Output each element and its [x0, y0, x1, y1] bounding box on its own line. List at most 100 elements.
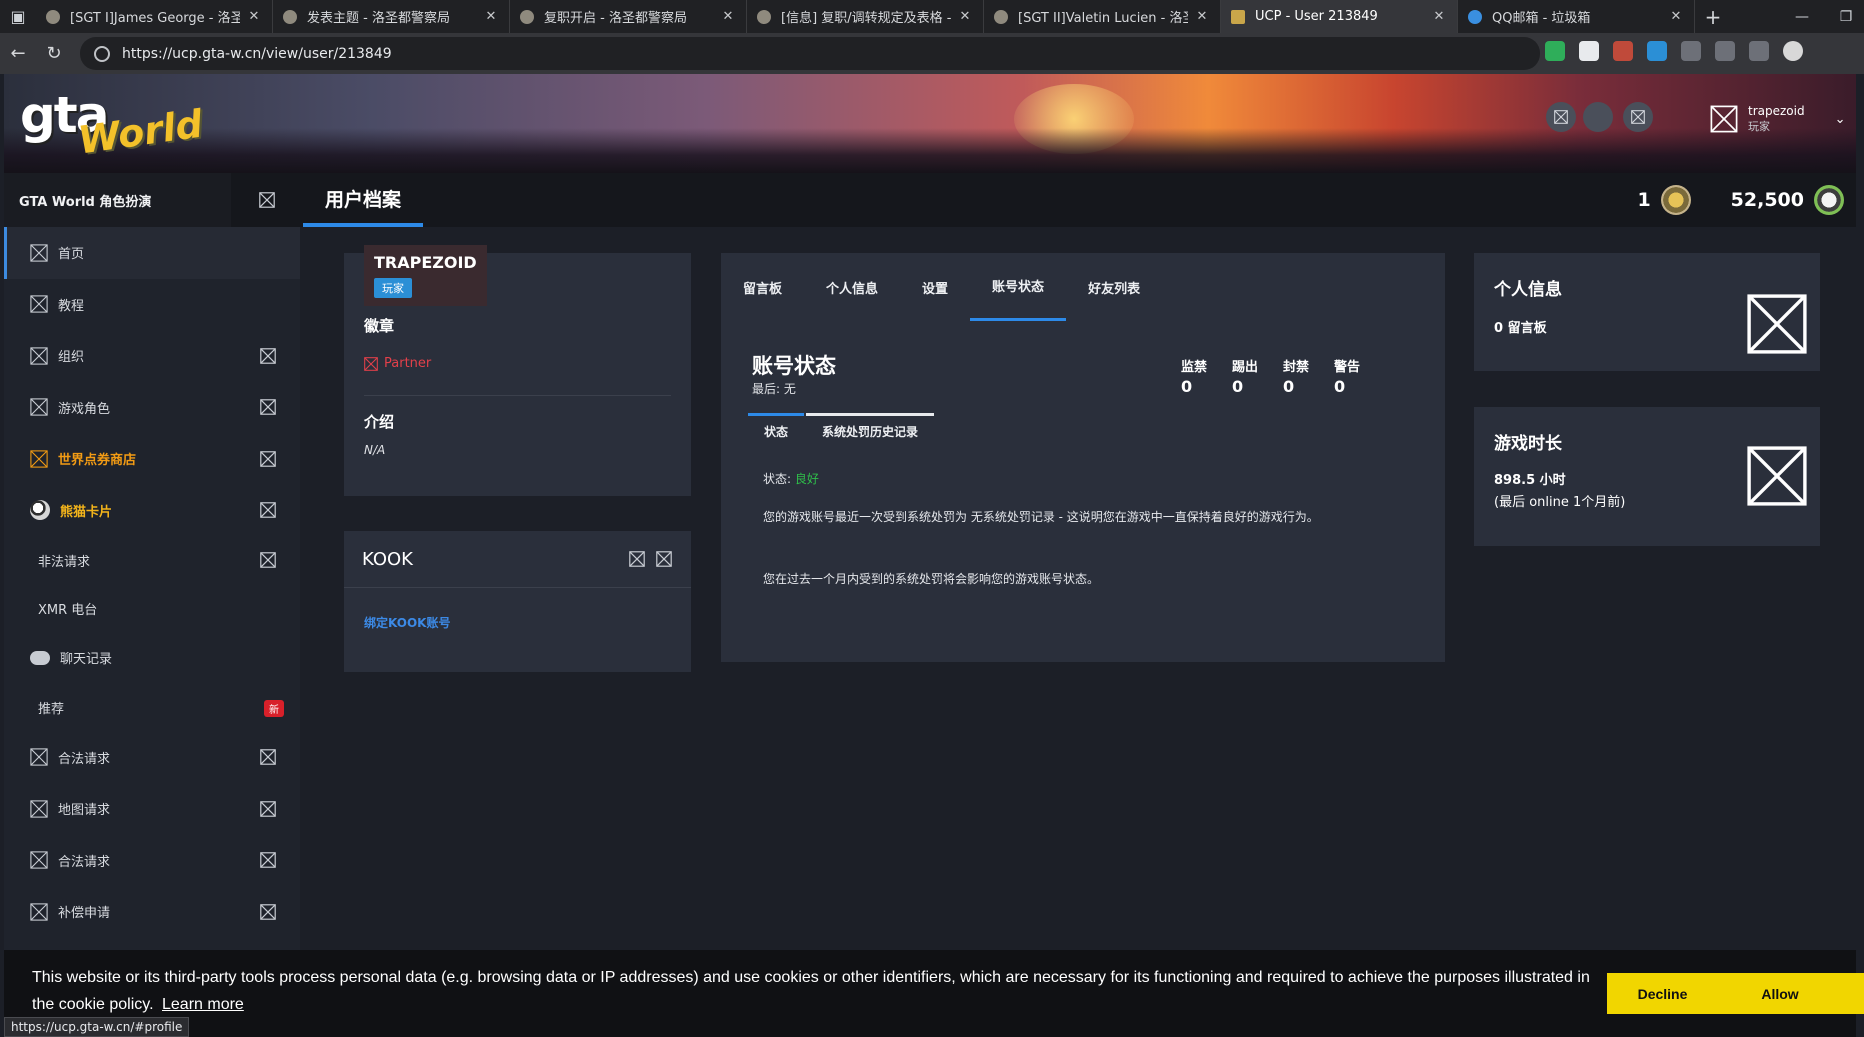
tab-personal-info[interactable]: 个人信息 — [804, 253, 900, 321]
restore-icon[interactable]: ❐ — [1824, 0, 1864, 33]
browser-tab[interactable]: QQ邮箱 - 垃圾箱 ✕ — [1458, 0, 1695, 33]
gta-world-logo[interactable]: gta World — [20, 86, 205, 162]
browser-tab-active[interactable]: UCP - User 213849 ✕ — [1221, 0, 1458, 33]
tab-close-icon[interactable]: ✕ — [1194, 9, 1210, 24]
kook-collapse-icon[interactable] — [629, 551, 645, 567]
tab-title: [SGT I]James George - 洛圣都警 — [70, 11, 240, 26]
tab-friends[interactable]: 好友列表 — [1066, 253, 1162, 321]
tab-account-status[interactable]: 账号状态 — [970, 253, 1067, 321]
brand-title[interactable]: GTA World 角色扮演 — [4, 173, 231, 227]
tab-settings[interactable]: 设置 — [900, 253, 970, 321]
sidebar-item-tutorial[interactable]: 教程 — [4, 279, 300, 331]
allow-button[interactable]: Allow — [1693, 973, 1864, 1014]
minimize-icon[interactable]: — — [1780, 0, 1824, 33]
profile-avatar-icon[interactable] — [1783, 41, 1803, 61]
stat-label: 监禁 — [1181, 360, 1208, 375]
sidebar-item-panda-card[interactable]: 熊猫卡片 — [4, 485, 300, 537]
top-nav-bar: GTA World 角色扮演 用户档案 1 52,500 — [4, 173, 1856, 227]
subtab-punishment-history[interactable]: 系统处罚历史记录 — [806, 413, 935, 446]
points-value: 52,500 — [1730, 189, 1804, 211]
reload-icon[interactable]: ↻ — [36, 33, 72, 74]
new-tab-icon[interactable]: + — [1695, 0, 1731, 33]
sidebar-item-organization[interactable]: 组织 — [4, 330, 300, 382]
extension-icon[interactable] — [1613, 41, 1633, 61]
extension-icon[interactable] — [1647, 41, 1667, 61]
account-status-card: 留言板 个人信息 设置 账号状态 好友列表 账号状态 最后: 无 监禁 0 踢出… — [721, 253, 1445, 662]
shield-extension-icon[interactable] — [1545, 41, 1565, 61]
browser-tab[interactable]: 复职开启 - 洛圣都警察局 ✕ — [510, 0, 747, 33]
status-label: 状态: — [763, 472, 795, 486]
sidebar-toggle-icon[interactable] — [231, 173, 303, 227]
browser-tab[interactable]: [SGT II]Valetin Lucien - 洛圣都警 ✕ — [984, 0, 1221, 33]
sidebar-item-world-shop[interactable]: 世界点券商店 — [4, 433, 300, 485]
chevron-down-icon[interactable]: ⌄ — [1835, 112, 1846, 127]
browser-tab-bar: ▣ [SGT I]James George - 洛圣都警 ✕ 发表主题 - 洛圣都… — [0, 0, 1864, 33]
profile-card: TRAPEZOID 玩家 徽章 Partner 介绍 N/A — [344, 245, 691, 496]
header-avatar-circle[interactable] — [1583, 102, 1613, 132]
stat-label: 警告 — [1334, 360, 1361, 375]
tab-favicon — [283, 9, 297, 24]
status-line: 状态: 良好 — [763, 470, 819, 487]
expand-icon[interactable] — [260, 903, 276, 920]
extension-icon[interactable] — [1579, 41, 1599, 61]
stat-label: 封禁 — [1283, 360, 1310, 375]
status-paragraph: 您的游戏账号最近一次受到系统处罚为 无系统处罚记录 - 这说明您在游戏中一直保持… — [763, 510, 1319, 524]
expand-icon[interactable] — [260, 552, 276, 568]
back-icon[interactable]: ← — [0, 33, 36, 74]
expand-icon[interactable] — [260, 852, 276, 869]
browser-tab[interactable]: [SGT I]James George - 洛圣都警 ✕ — [36, 0, 273, 33]
expand-icon[interactable] — [260, 749, 276, 766]
expand-icon[interactable] — [260, 502, 276, 519]
level-medal-icon — [1660, 185, 1691, 215]
info-card-icon — [1746, 293, 1808, 355]
tab-title: [SGT II]Valetin Lucien - 洛圣都警 — [1018, 11, 1188, 26]
sidebar-item-characters[interactable]: 游戏角色 — [4, 382, 300, 434]
site-info-icon[interactable] — [94, 45, 110, 62]
sidebar-item-label: 游戏角色 — [58, 401, 111, 417]
header-notification-icon[interactable] — [1546, 102, 1576, 132]
bind-kook-link[interactable]: 绑定KOOK账号 — [364, 614, 450, 631]
stat-warning: 警告 0 — [1334, 356, 1360, 396]
extension-icons — [1545, 41, 1803, 61]
favorites-icon[interactable] — [1715, 41, 1735, 61]
legal-icon — [30, 748, 48, 766]
health-icon[interactable] — [1749, 41, 1769, 61]
tab-guestbook[interactable]: 留言板 — [743, 253, 804, 321]
sidebar-item-legal-request-2[interactable]: 合法请求 — [4, 835, 300, 887]
sidebar-item-illegal-request[interactable]: 非法请求 — [4, 536, 300, 584]
header-message-icon[interactable] — [1623, 102, 1653, 132]
sidebar-item-xmr-radio[interactable]: XMR 电台 — [4, 584, 300, 632]
sidebar-item-referral[interactable]: 推荐 新 — [4, 684, 300, 732]
puzzle-icon[interactable] — [1681, 41, 1701, 61]
url-field[interactable]: https://ucp.gta-w.cn/view/user/213849 — [80, 37, 1540, 70]
panda-coin-icon — [1814, 185, 1844, 215]
profile-name-tag: TRAPEZOID 玩家 — [364, 245, 487, 306]
subtab-status[interactable]: 状态 — [748, 413, 805, 446]
tab-close-icon[interactable]: ✕ — [246, 9, 262, 24]
divider — [364, 395, 671, 396]
tab-close-icon[interactable]: ✕ — [1431, 9, 1447, 24]
tab-actions-icon[interactable]: ▣ — [0, 0, 36, 33]
sidebar-item-compensation[interactable]: 补偿申请 — [4, 886, 300, 938]
sidebar-item-label: 补偿申请 — [58, 906, 111, 922]
tab-close-icon[interactable]: ✕ — [1668, 9, 1684, 24]
sidebar-item-legal-request[interactable]: 合法请求 — [4, 732, 300, 784]
sidebar-item-chat-logs[interactable]: 聊天记录 — [4, 632, 300, 684]
expand-icon[interactable] — [260, 800, 276, 817]
user-menu[interactable]: trapezoid 玩家 ⌄ — [1710, 104, 1846, 134]
sidebar-item-home[interactable]: 首页 — [4, 227, 300, 279]
expand-icon[interactable] — [260, 347, 276, 364]
sidebar-item-map-request[interactable]: 地图请求 — [4, 783, 300, 835]
expand-icon[interactable] — [260, 450, 276, 467]
tab-close-icon[interactable]: ✕ — [720, 9, 736, 24]
learn-more-link[interactable]: Learn more — [162, 996, 244, 1013]
sidebar-item-label: 教程 — [58, 298, 85, 314]
browser-tab[interactable]: 发表主题 - 洛圣都警察局 ✕ — [273, 0, 510, 33]
tab-close-icon[interactable]: ✕ — [957, 9, 973, 24]
account-status-last: 最后: 无 — [752, 382, 796, 396]
tab-close-icon[interactable]: ✕ — [483, 9, 499, 24]
kook-close-icon[interactable] — [656, 551, 672, 567]
browser-tab[interactable]: [信息] 复职/调转规定及表格 - 洛 ✕ — [747, 0, 984, 33]
expand-icon[interactable] — [260, 399, 276, 416]
playtime-card-icon — [1746, 445, 1808, 507]
